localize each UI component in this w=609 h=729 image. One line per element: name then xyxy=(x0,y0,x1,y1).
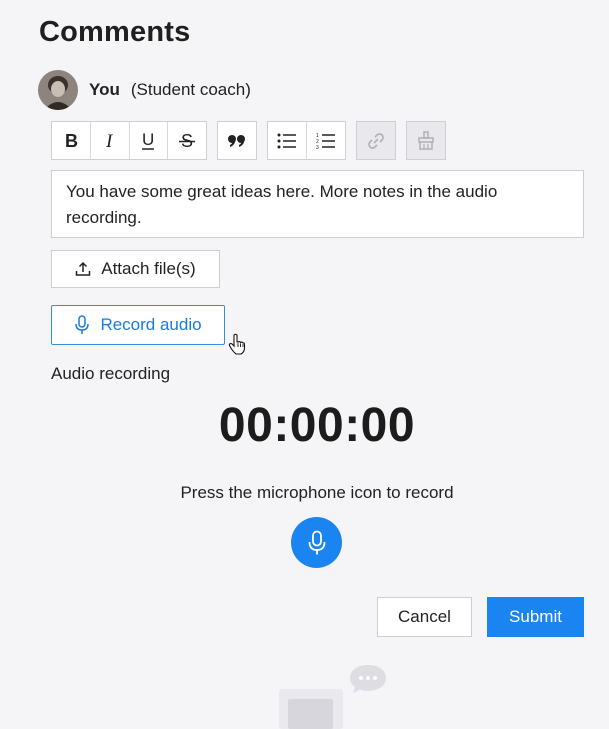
bold-icon: B xyxy=(65,132,78,150)
chat-bubble-icon xyxy=(349,664,387,699)
record-audio-label: Record audio xyxy=(100,315,202,334)
italic-button[interactable]: I xyxy=(91,122,130,159)
link-icon xyxy=(368,132,384,149)
audio-recording-label: Audio recording xyxy=(51,364,171,383)
recording-timer: 00:00:00 xyxy=(218,399,416,452)
upload-icon xyxy=(75,261,91,277)
svg-text:U: U xyxy=(142,131,154,149)
page-title: Comments xyxy=(39,16,191,48)
quote-button[interactable] xyxy=(218,122,256,159)
comment-editor[interactable]: You have some great ideas here. More not… xyxy=(51,170,584,238)
bulleted-list-button[interactable] xyxy=(268,122,307,159)
quote-icon xyxy=(228,134,245,147)
comment-author: You (Student coach) xyxy=(38,70,251,110)
clear-formatting-icon xyxy=(418,130,434,150)
submit-button[interactable]: Submit xyxy=(487,597,584,637)
illustration-panel xyxy=(288,699,333,729)
bulleted-list-icon xyxy=(277,133,296,148)
underline-button[interactable]: U xyxy=(130,122,169,159)
empty-state-illustration xyxy=(279,689,343,729)
text-style-group: B I U S xyxy=(51,121,207,160)
strikethrough-icon: S xyxy=(179,132,196,150)
record-instruction: Press the microphone icon to record xyxy=(180,483,454,502)
strikethrough-button[interactable]: S xyxy=(168,122,206,159)
svg-text:3: 3 xyxy=(316,145,319,150)
clear-formatting-button[interactable] xyxy=(407,122,445,159)
record-audio-button[interactable]: Record audio xyxy=(51,305,225,345)
author-name: You xyxy=(89,80,120,99)
link-button[interactable] xyxy=(357,122,395,159)
microphone-icon xyxy=(308,530,325,554)
numbered-list-icon: 1 2 3 xyxy=(316,133,335,150)
attach-files-button[interactable]: Attach file(s) xyxy=(51,250,220,288)
svg-text:B: B xyxy=(65,132,78,150)
start-recording-button[interactable] xyxy=(291,517,342,568)
bold-button[interactable]: B xyxy=(52,122,91,159)
quote-group xyxy=(217,121,257,160)
author-role: (Student coach) xyxy=(130,80,251,99)
attach-files-label: Attach file(s) xyxy=(101,259,196,278)
numbered-list-button[interactable]: 1 2 3 xyxy=(307,122,345,159)
list-group: 1 2 3 xyxy=(267,121,346,160)
hand-pointer-icon xyxy=(228,333,246,360)
clear-format-group xyxy=(406,121,446,160)
microphone-icon xyxy=(74,315,90,335)
link-group xyxy=(356,121,396,160)
svg-text:I: I xyxy=(105,132,114,150)
underline-icon: U xyxy=(142,131,155,150)
cancel-button[interactable]: Cancel xyxy=(377,597,472,637)
avatar xyxy=(38,70,78,110)
italic-icon: I xyxy=(105,132,114,150)
